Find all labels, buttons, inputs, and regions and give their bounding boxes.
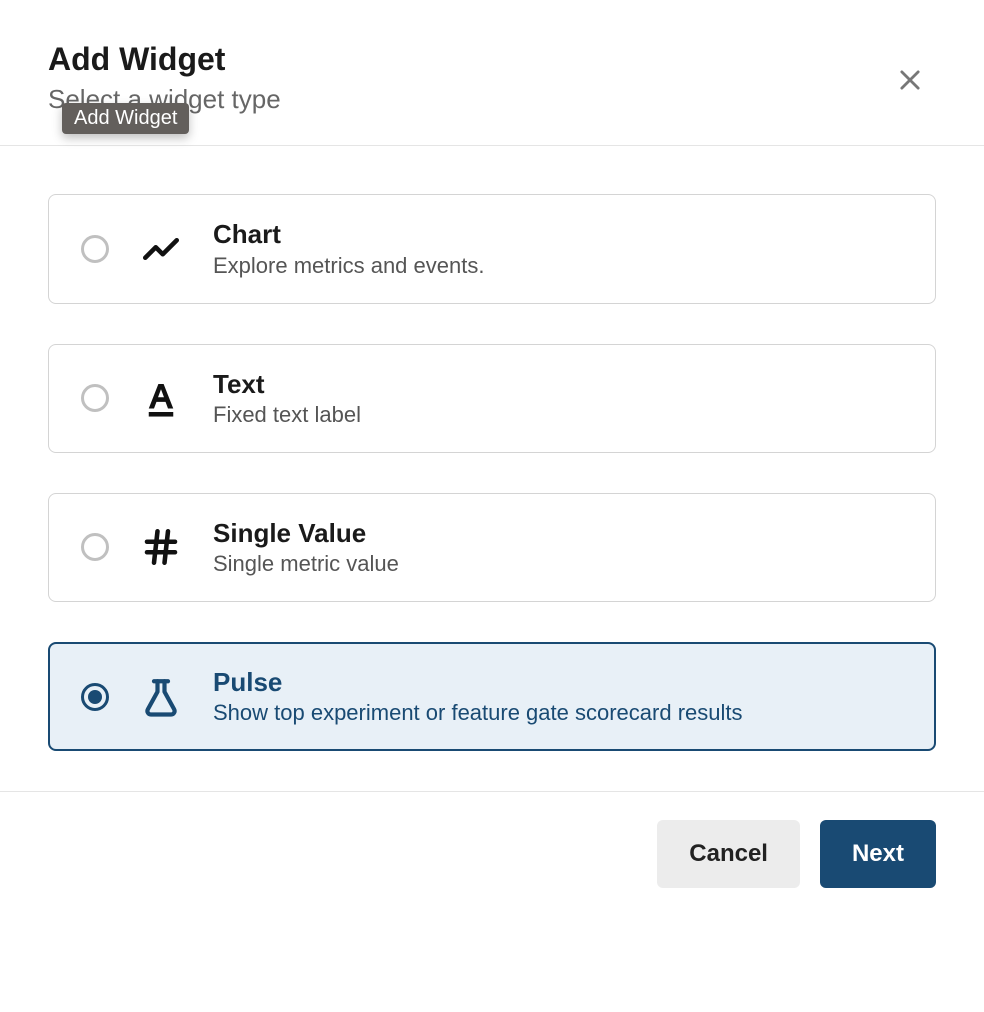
option-chart[interactable]: Chart Explore metrics and events. xyxy=(48,194,936,303)
line-chart-icon xyxy=(137,225,185,273)
flask-icon xyxy=(137,673,185,721)
option-title: Pulse xyxy=(213,667,743,698)
dialog-body: Chart Explore metrics and events. Text F… xyxy=(0,146,984,791)
radio-single-value[interactable] xyxy=(81,533,109,561)
tooltip: Add Widget xyxy=(62,103,189,134)
radio-text[interactable] xyxy=(81,384,109,412)
option-pulse[interactable]: Pulse Show top experiment or feature gat… xyxy=(48,642,936,751)
dialog-header: Add Widget Select a widget type Add Widg… xyxy=(0,0,984,145)
option-title: Single Value xyxy=(213,518,399,549)
add-widget-dialog: Add Widget Select a widget type Add Widg… xyxy=(0,0,984,928)
hash-icon xyxy=(137,523,185,571)
option-title: Chart xyxy=(213,219,484,250)
dialog-title: Add Widget xyxy=(48,40,936,78)
cancel-button[interactable]: Cancel xyxy=(657,820,800,888)
option-description: Explore metrics and events. xyxy=(213,253,484,279)
option-text-wrap: Single Value Single metric value xyxy=(213,518,399,577)
close-button[interactable] xyxy=(892,62,928,98)
option-text: Chart Explore metrics and events. xyxy=(213,219,484,278)
option-description: Fixed text label xyxy=(213,402,361,428)
dialog-footer: Cancel Next xyxy=(0,792,984,928)
radio-pulse[interactable] xyxy=(81,683,109,711)
radio-chart[interactable] xyxy=(81,235,109,263)
text-format-icon xyxy=(137,374,185,422)
option-text-wrap: Text Fixed text label xyxy=(213,369,361,428)
option-text-wrap: Pulse Show top experiment or feature gat… xyxy=(213,667,743,726)
close-icon xyxy=(896,66,924,94)
option-text[interactable]: Text Fixed text label xyxy=(48,344,936,453)
option-description: Single metric value xyxy=(213,551,399,577)
option-description: Show top experiment or feature gate scor… xyxy=(213,700,743,726)
option-title: Text xyxy=(213,369,361,400)
option-single-value[interactable]: Single Value Single metric value xyxy=(48,493,936,602)
next-button[interactable]: Next xyxy=(820,820,936,888)
